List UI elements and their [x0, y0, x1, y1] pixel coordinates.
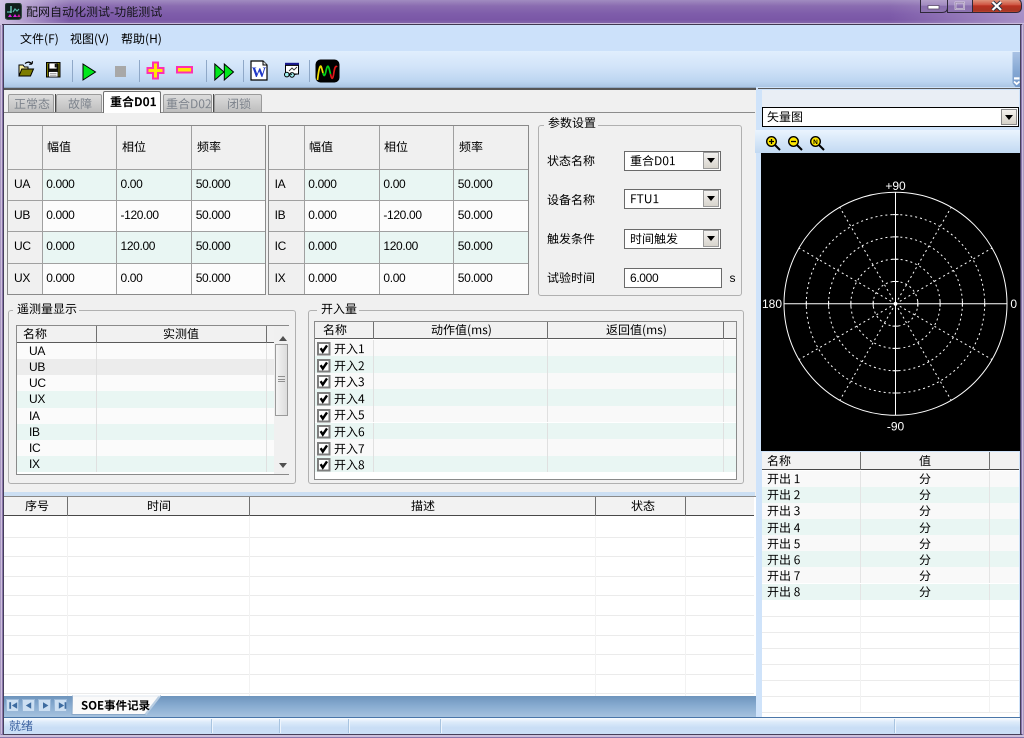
svg-text:W: W — [252, 65, 267, 81]
svg-text:180: 180 — [762, 297, 782, 311]
svg-text:+90: +90 — [885, 179, 906, 193]
svg-text:-90: -90 — [887, 419, 905, 433]
svg-text:N: N — [813, 139, 818, 146]
svg-text:0: 0 — [1010, 297, 1017, 311]
